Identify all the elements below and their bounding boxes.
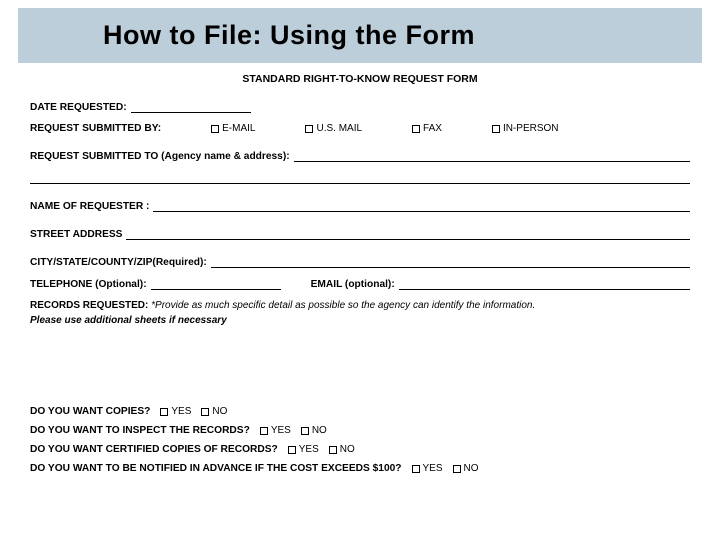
label-q-certified: DO YOU WANT CERTIFIED COPIES OF RECORDS? [30, 444, 278, 455]
yes-label: YES [271, 425, 291, 436]
label-submitted-by: REQUEST SUBMITTED BY: [30, 123, 161, 134]
option-email-label: E-MAIL [222, 123, 255, 134]
option-inperson: IN-PERSON [492, 123, 559, 134]
no-label: NO [212, 406, 227, 417]
option-usmail-label: U.S. MAIL [316, 123, 362, 134]
blank-date [131, 101, 251, 113]
opt-no: NO [201, 406, 227, 417]
label-records: RECORDS REQUESTED: [30, 300, 148, 311]
row-q-cost: DO YOU WANT TO BE NOTIFIED IN ADVANCE IF… [30, 463, 690, 474]
row-submitted-by: REQUEST SUBMITTED BY: E-MAIL U.S. MAIL F… [30, 123, 690, 134]
opt-yes: YES [160, 406, 191, 417]
blank-street [126, 228, 690, 240]
checkbox-icon [329, 446, 337, 454]
row-contact: TELEPHONE (Optional): EMAIL (optional): [30, 278, 690, 290]
blank-name [153, 200, 690, 212]
row-date: DATE REQUESTED: [30, 95, 690, 113]
label-q-cost: DO YOU WANT TO BE NOTIFIED IN ADVANCE IF… [30, 463, 402, 474]
checkbox-icon [412, 465, 420, 473]
slide-title: How to File: Using the Form [103, 20, 692, 51]
checkbox-icon [301, 427, 309, 435]
form-container: STANDARD RIGHT-TO-KNOW REQUEST FORM DATE… [0, 73, 720, 474]
label-name: NAME OF REQUESTER : [30, 201, 149, 212]
no-label: NO [464, 463, 479, 474]
checkbox-icon [305, 125, 313, 133]
row-q-copies: DO YOU WANT COPIES? YES NO [30, 406, 690, 417]
no-label: NO [312, 425, 327, 436]
checkbox-icon [492, 125, 500, 133]
slide-title-bar: How to File: Using the Form [18, 8, 702, 63]
checkbox-icon [160, 408, 168, 416]
form-title: STANDARD RIGHT-TO-KNOW REQUEST FORM [30, 73, 690, 85]
option-inperson-label: IN-PERSON [503, 123, 559, 134]
yes-label: YES [299, 444, 319, 455]
row-submitted-to: REQUEST SUBMITTED TO (Agency name & addr… [30, 144, 690, 162]
records-hint: *Provide as much specific detail as poss… [151, 300, 535, 311]
row-street: STREET ADDRESS [30, 222, 690, 240]
checkbox-icon [201, 408, 209, 416]
label-phone: TELEPHONE (Optional): [30, 279, 147, 290]
checkbox-icon [288, 446, 296, 454]
option-fax: FAX [412, 123, 442, 134]
yes-label: YES [171, 406, 191, 417]
option-email: E-MAIL [211, 123, 255, 134]
blank-email [399, 278, 690, 290]
opt-yes: YES [260, 425, 291, 436]
checkbox-icon [260, 427, 268, 435]
blank-city [211, 256, 690, 268]
label-q-copies: DO YOU WANT COPIES? [30, 406, 150, 417]
opt-yes: YES [412, 463, 443, 474]
row-q-certified: DO YOU WANT CERTIFIED COPIES OF RECORDS?… [30, 444, 690, 455]
yes-label: YES [423, 463, 443, 474]
option-usmail: U.S. MAIL [305, 123, 362, 134]
label-email: EMAIL (optional): [311, 279, 395, 290]
blank-submitted-to-2 [30, 172, 690, 184]
records-sheets-note: Please use additional sheets if necessar… [30, 315, 690, 326]
opt-no: NO [329, 444, 355, 455]
option-fax-label: FAX [423, 123, 442, 134]
checkbox-icon [412, 125, 420, 133]
row-q-inspect: DO YOU WANT TO INSPECT THE RECORDS? YES … [30, 425, 690, 436]
checkbox-icon [211, 125, 219, 133]
label-city: CITY/STATE/COUNTY/ZIP(Required): [30, 257, 207, 268]
opt-no: NO [453, 463, 479, 474]
label-q-inspect: DO YOU WANT TO INSPECT THE RECORDS? [30, 425, 250, 436]
label-submitted-to: REQUEST SUBMITTED TO (Agency name & addr… [30, 151, 290, 162]
opt-no: NO [301, 425, 327, 436]
label-date: DATE REQUESTED: [30, 102, 127, 113]
blank-submitted-to [294, 150, 690, 162]
label-street: STREET ADDRESS [30, 229, 122, 240]
records-blank-area [30, 330, 690, 396]
row-city: CITY/STATE/COUNTY/ZIP(Required): [30, 250, 690, 268]
blank-phone [151, 278, 281, 290]
no-label: NO [340, 444, 355, 455]
checkbox-icon [453, 465, 461, 473]
opt-yes: YES [288, 444, 319, 455]
row-name: NAME OF REQUESTER : [30, 194, 690, 212]
row-records-caption: RECORDS REQUESTED: *Provide as much spec… [30, 300, 690, 311]
